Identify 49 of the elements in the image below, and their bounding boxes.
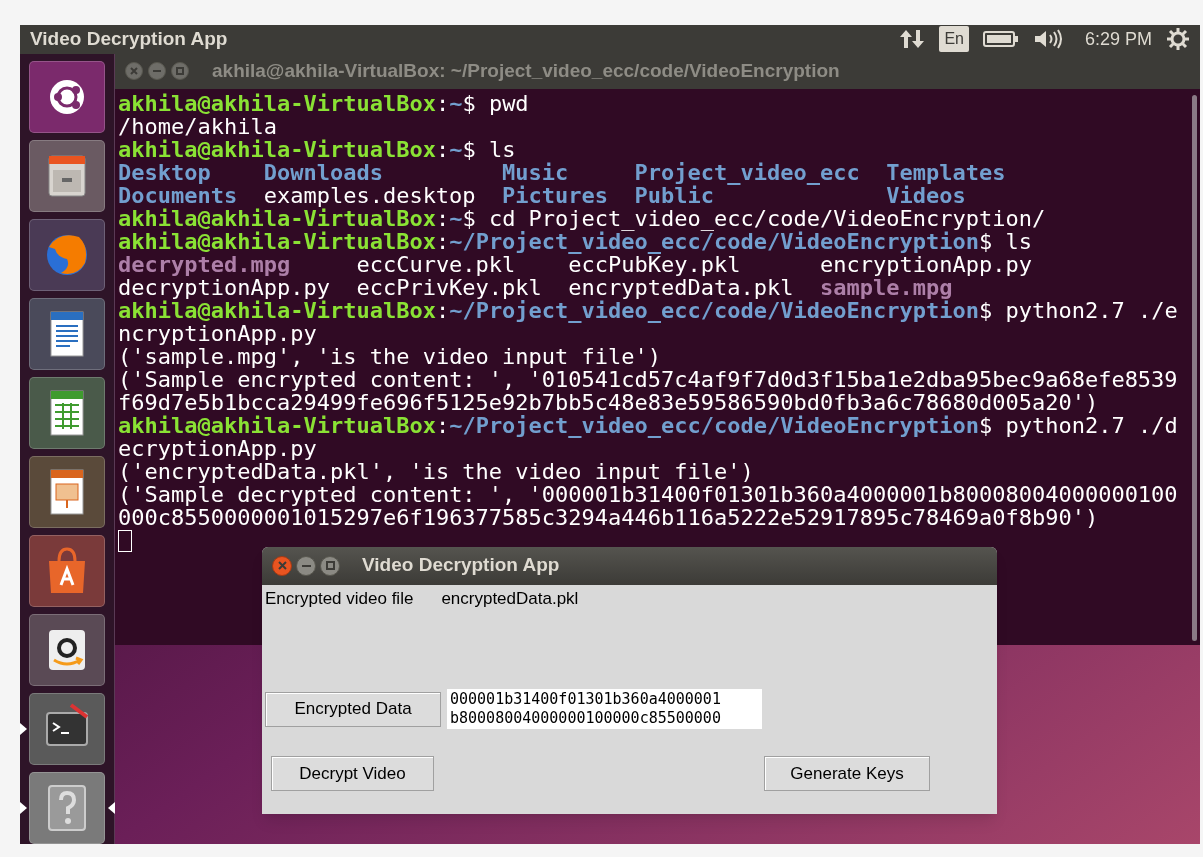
terminal-line: akhila@akhila-VirtualBox:~$ ls: [118, 137, 516, 161]
launcher-item[interactable]: [29, 60, 105, 133]
clock[interactable]: 6:29 PM: [1084, 25, 1152, 53]
terminal-line: ncryptionApp.py: [118, 321, 317, 345]
launcher-item[interactable]: [29, 297, 105, 370]
file-name: eccCurve.pkl: [356, 251, 516, 277]
folder-name: Pictures: [502, 182, 609, 208]
terminal-line: akhila@akhila-VirtualBox:~$ cd Project_video_ecc/code/VideoEncryption/: [118, 206, 1046, 230]
encrypted-data-text-box[interactable]: 000001b31400f01301b360a4000001 b80008004000000100000c85500000: [447, 689, 762, 729]
launcher-item[interactable]: [29, 455, 105, 528]
file-name: examples.desktop: [263, 182, 476, 208]
file-name: decrypted.mpg: [118, 251, 291, 277]
generate-keys-button[interactable]: Generate Keys: [764, 756, 930, 791]
maximize-button[interactable]: [320, 555, 340, 576]
dialog-title: Video Decryption App: [362, 553, 560, 578]
folder-name: Music: [502, 159, 569, 185]
file-name: encryptedData.pkl: [441, 587, 579, 610]
terminal-title: akhila@akhila-VirtualBox: ~/Project_video_ecc/code/VideoEncryption: [212, 58, 840, 83]
encrypted-data-button[interactable]: Encrypted Data: [265, 691, 441, 727]
keyboard-layout-indicator[interactable]: En: [939, 26, 969, 53]
close-button[interactable]: [272, 555, 292, 576]
terminal-line: f69d7e5b1bcca29499fe696f5125e92b7bb5c48e83e59586590bd0fb3a6c78680d005a20'): [118, 390, 1099, 414]
terminal-line: ('encryptedData.pkl', 'is the video input file'): [118, 459, 754, 483]
battery-icon[interactable]: [982, 30, 1019, 49]
launcher-item[interactable]: [29, 613, 105, 686]
minimize-button[interactable]: [296, 555, 316, 576]
terminal-line: 000c8550000001015297e6f196377585c3294a446b116a5222e52917895c78469a0f8b90'): [118, 505, 1099, 529]
terminal-line: akhila@akhila-VirtualBox:~/Project_video_ecc/code/VideoEncryption$ python2.7 ./d: [118, 413, 1178, 437]
terminal-line: ecryptionApp.py: [118, 436, 317, 460]
terminal-line: ('Sample decrypted content: ', '000001b31400f01301b360a4000001b80008004000000100: [118, 482, 1178, 506]
folder-name: Downloads: [263, 159, 383, 185]
folder-name: Desktop: [118, 159, 211, 185]
close-icon: [130, 67, 138, 75]
network-icon[interactable]: [899, 28, 926, 51]
terminal-line: ('sample.mpg', 'is the video input file'): [118, 344, 662, 368]
terminal-line: akhila@akhila-VirtualBox:~$ pwd: [118, 91, 529, 115]
file-label: Encrypted video file: [265, 587, 414, 610]
folder-name: Templates: [886, 159, 1006, 185]
terminal-line: /home/akhila: [118, 114, 277, 138]
window-title: Video Decryption App: [30, 27, 228, 51]
folder-name: Project_video_ecc: [634, 159, 860, 185]
terminal-line: ('Sample encrypted content: ', '010541cd57c4af9f7d0d3f15ba1e2dba95bec9a68efe8539: [118, 367, 1178, 391]
settings-icon[interactable]: [1166, 27, 1190, 52]
decrypt-video-button[interactable]: Decrypt Video: [271, 756, 434, 791]
terminal-line: akhila@akhila-VirtualBox:~/Project_video_ecc/code/VideoEncryption$ python2.7 ./e: [118, 298, 1178, 322]
scrollbar[interactable]: [1192, 94, 1197, 641]
volume-icon[interactable]: [1032, 28, 1063, 51]
launcher-item[interactable]: [29, 376, 105, 449]
close-icon: [277, 561, 287, 570]
